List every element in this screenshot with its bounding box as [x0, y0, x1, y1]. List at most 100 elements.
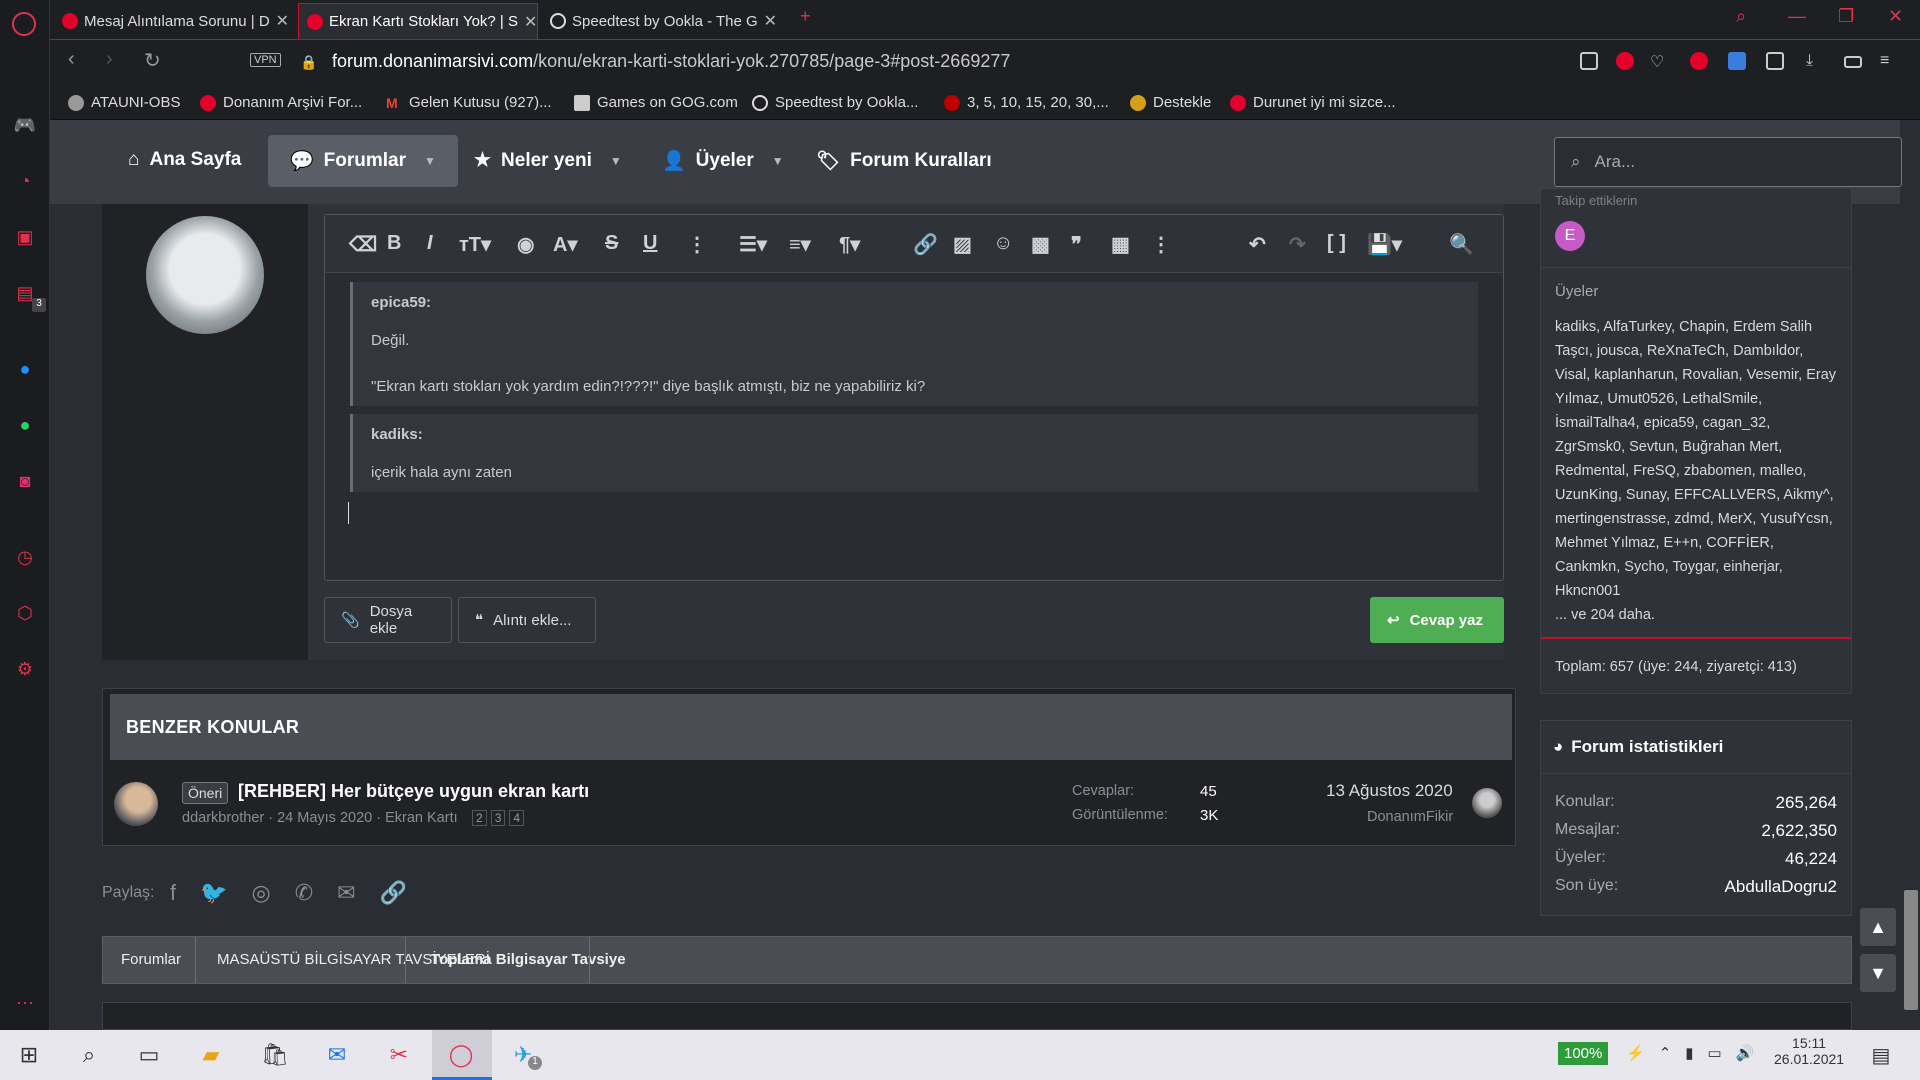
close-icon[interactable]: ✕ [276, 11, 289, 31]
italic-icon[interactable]: I [427, 232, 433, 255]
speedometer-icon[interactable]: ◔ [12, 168, 38, 194]
member-line[interactable]: ZgrSmsk0, Sevtun, Buğrahan Mert, [1555, 435, 1847, 459]
chevron-down-icon[interactable]: ▼ [424, 154, 436, 168]
member-line[interactable]: Hkncn001 [1555, 579, 1847, 603]
page-link[interactable]: 2 [472, 810, 487, 826]
more-icon[interactable]: ⋯ [12, 990, 38, 1016]
vpn-badge[interactable]: VPN [250, 53, 281, 67]
nav-forums[interactable]: 💬 Forumlar ▼ [268, 135, 458, 187]
more-options-icon[interactable]: ⋮ [687, 232, 707, 257]
whatsapp-icon[interactable]: ● [12, 412, 38, 438]
nav-home[interactable]: ⌂ Ana Sayfa [128, 149, 241, 171]
clock[interactable]: 15:11 26.01.2021 [1774, 1035, 1844, 1067]
palette-icon[interactable]: ◉ [517, 232, 534, 257]
minimize-icon[interactable]: — [1788, 6, 1806, 27]
bookmark-item[interactable]: M Gelen Kutusu (927)... [386, 94, 552, 111]
smiley-icon[interactable]: ☺ [993, 232, 1013, 255]
email-icon[interactable]: ✉ [337, 880, 355, 906]
back-icon[interactable]: ‹ [68, 48, 75, 71]
close-icon[interactable]: ✕ [764, 11, 777, 31]
avatar[interactable] [114, 782, 158, 826]
undo-icon[interactable]: ↶ [1249, 232, 1266, 257]
bbcode-icon[interactable]: [ ] [1327, 232, 1346, 255]
shield-icon[interactable] [1616, 52, 1634, 70]
last-post-date[interactable]: 13 Ağustos 2020 [1326, 781, 1453, 801]
strike-icon[interactable]: S [605, 232, 618, 255]
volume-icon[interactable]: 🔊 [1736, 1044, 1755, 1062]
avatar[interactable] [1472, 788, 1502, 818]
windows-start-icon[interactable]: ⊞ [14, 1040, 44, 1070]
heart-icon[interactable]: ♡ [1650, 52, 1668, 71]
instagram-icon[interactable]: ◙ [12, 468, 38, 494]
mail-icon[interactable]: ✉ [322, 1040, 352, 1070]
chevron-up-icon[interactable]: ⌃ [1659, 1044, 1672, 1062]
tab-ekran-karti[interactable]: Ekran Kartı Stokları Yok? | S ✕ [298, 3, 538, 39]
post-reply-button[interactable]: ↩ Cevap yaz [1370, 597, 1504, 643]
youtube-ext-icon[interactable] [1690, 52, 1708, 70]
window-close-icon[interactable]: ✕ [1888, 6, 1903, 27]
battery-percent[interactable]: 100% [1558, 1042, 1609, 1065]
insert-quote-button[interactable]: ❝ Alıntı ekle... [458, 597, 596, 643]
translate-icon[interactable] [1728, 52, 1746, 70]
chevron-down-icon[interactable]: ▼ [772, 154, 784, 168]
notifications-icon[interactable]: ▤ [1866, 1040, 1896, 1070]
cube-icon[interactable] [1766, 52, 1784, 70]
list-icon[interactable]: ☰▾ [739, 232, 767, 257]
eraser-icon[interactable]: ⌫ [349, 232, 377, 257]
store-icon[interactable]: 🛍 [260, 1040, 290, 1070]
url-field[interactable]: forum.donanimarsivi.com/konu/ekran-karti… [332, 51, 1010, 72]
bookmark-item[interactable]: 3, 5, 10, 15, 20, 30,... [944, 94, 1109, 111]
facebook-icon[interactable]: f [170, 880, 176, 906]
bookmark-item[interactable]: Games on GOG.com [574, 94, 738, 111]
bookmark-item[interactable]: Durunet iyi mi sizce... [1230, 94, 1396, 111]
font-family-icon[interactable]: A▾ [553, 232, 577, 257]
new-tab-icon[interactable]: + [800, 6, 811, 27]
box-icon[interactable]: ⬡ [12, 600, 38, 626]
page-link[interactable]: 4 [509, 810, 525, 826]
bag-icon[interactable]: ▣ [12, 224, 38, 250]
tab-speedtest[interactable]: Speedtest by Ookla - The G ✕ [542, 3, 782, 39]
lock-icon[interactable]: 🔒 [300, 54, 317, 71]
member-line[interactable]: Yılmaz, Umut0526, LethalSmile, [1555, 387, 1847, 411]
task-view-icon[interactable]: ▭ [134, 1040, 164, 1070]
file-explorer-icon[interactable]: ▰ [196, 1040, 226, 1070]
scroll-bottom-button[interactable]: ▼ [1860, 954, 1896, 992]
avatar[interactable] [146, 216, 264, 334]
battery-saver-icon[interactable] [1844, 56, 1862, 68]
member-line[interactable]: Visal, kaplanharun, Rovalian, Vesemir, E… [1555, 363, 1847, 387]
scroll-top-button[interactable]: ▲ [1860, 908, 1896, 946]
underline-icon[interactable]: U [643, 232, 657, 255]
download-icon[interactable]: ⤓ [1806, 52, 1824, 70]
twitter-icon[interactable]: 🐦 [200, 880, 227, 906]
breadcrumb-item[interactable]: Forumlar [121, 951, 181, 968]
link-icon[interactable]: 🔗 [380, 880, 407, 906]
battery-icon[interactable]: ▮ [1685, 1044, 1693, 1062]
settings-icon[interactable]: ⚙ [12, 656, 38, 682]
thread-title-link[interactable]: [REHBER] Her bütçeye uygun ekran kartı [238, 781, 589, 802]
member-line[interactable]: Cankmkn, Sycho, Toygar, einherjar, [1555, 555, 1847, 579]
history-icon[interactable]: ◷ [12, 544, 38, 570]
member-line[interactable]: Mehmet Yılmaz, E++n, COFFİER, [1555, 531, 1847, 555]
nav-whats-new[interactable]: ★ Neler yeni ▼ [474, 149, 622, 172]
easy-setup-icon[interactable]: ≡ [1880, 52, 1898, 70]
member-line[interactable]: Redmental, FreSQ, zbabomen, malleo, [1555, 459, 1847, 483]
thread-prefix-badge[interactable]: Öneri [182, 782, 229, 804]
latest-member-link[interactable]: AbdullaDogru2 [1725, 877, 1837, 897]
member-line[interactable]: Taşcı, jousca, ReXnaTeCh, Dambıldor, [1555, 339, 1847, 363]
tab-mesaj[interactable]: Mesaj Alıntılama Sorunu | D ✕ [54, 3, 294, 39]
attach-file-button[interactable]: 📎 Dosya ekle [324, 597, 452, 643]
camera-icon[interactable] [1580, 52, 1598, 70]
bookmark-item[interactable]: Donanım Arşivi For... [200, 94, 362, 111]
search-tabs-icon[interactable]: ⌕ [1736, 6, 1746, 27]
member-line[interactable]: İsmailTalha4, epica59, cagan_32, [1555, 411, 1847, 435]
preview-icon[interactable]: 🔍 [1449, 232, 1474, 257]
table-icon[interactable]: ▦ [1111, 232, 1130, 257]
nav-members[interactable]: 👤 Üyeler ▼ [662, 149, 784, 173]
page-link[interactable]: 3 [490, 810, 506, 826]
media-icon[interactable]: ▩ [1031, 232, 1050, 257]
network-icon[interactable]: ▭ [1708, 1044, 1722, 1062]
breadcrumb-item[interactable]: Toplama Bilgisayar Tavsiye [431, 951, 626, 968]
member-line[interactable]: ... ve 204 daha. [1555, 603, 1847, 627]
whatsapp-icon[interactable]: ✆ [295, 880, 313, 906]
scrollbar-thumb[interactable] [1904, 890, 1918, 1010]
